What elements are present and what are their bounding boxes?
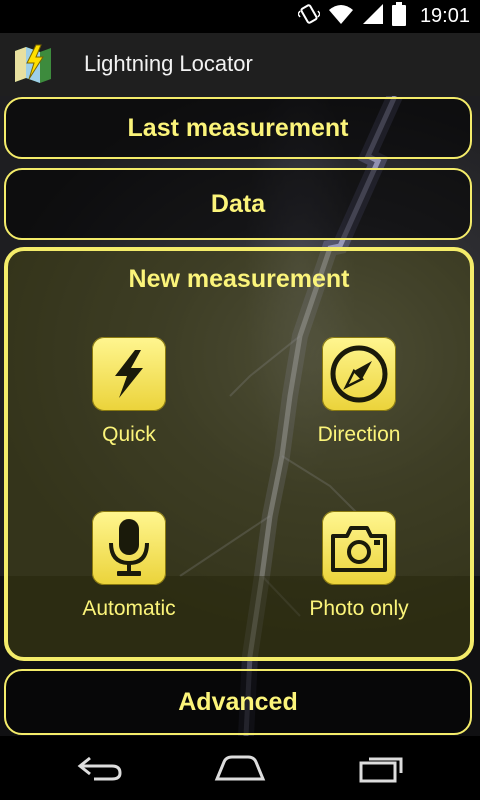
data-label: Data xyxy=(210,189,266,218)
new-measurement-title: New measurement xyxy=(128,265,350,293)
photo-only-option[interactable]: Photo only xyxy=(269,511,449,621)
photo-only-label: Photo only xyxy=(309,597,409,620)
direction-label: Direction xyxy=(317,423,401,446)
last-measurement-button[interactable]: Last measurement xyxy=(4,97,472,159)
data-button[interactable]: Data xyxy=(4,168,472,240)
battery-icon xyxy=(391,2,406,31)
signal-icon xyxy=(362,3,384,30)
status-icons: 19:01 xyxy=(297,2,470,31)
camera-icon[interactable] xyxy=(322,511,396,585)
status-bar: 19:01 xyxy=(0,0,480,33)
back-icon[interactable] xyxy=(70,750,130,786)
app-title: Lightning Locator xyxy=(84,51,253,76)
home-icon[interactable] xyxy=(210,750,270,786)
last-measurement-label: Last measurement xyxy=(127,113,349,142)
action-bar: Lightning Locator xyxy=(0,33,480,96)
vibrate-icon xyxy=(297,3,321,30)
navigation-bar xyxy=(0,736,480,800)
quick-label: Quick xyxy=(102,423,156,446)
lightning-bolt-icon[interactable] xyxy=(92,337,166,411)
main-content: Last measurement Data New measurement Qu… xyxy=(0,96,480,736)
wifi-icon xyxy=(328,3,354,30)
advanced-label: Advanced xyxy=(178,687,298,716)
automatic-option[interactable]: Automatic xyxy=(39,511,219,621)
microphone-icon[interactable] xyxy=(92,511,166,585)
status-clock: 19:01 xyxy=(419,5,470,27)
direction-option[interactable]: Direction xyxy=(269,337,449,447)
new-measurement-panel: New measurement Quick Direction Automati… xyxy=(4,247,474,661)
recent-apps-icon[interactable] xyxy=(352,750,412,786)
lightning-map-icon[interactable] xyxy=(12,43,54,85)
advanced-button[interactable]: Advanced xyxy=(4,669,472,735)
quick-option[interactable]: Quick xyxy=(39,337,219,447)
compass-icon[interactable] xyxy=(322,337,396,411)
automatic-label: Automatic xyxy=(82,597,176,620)
